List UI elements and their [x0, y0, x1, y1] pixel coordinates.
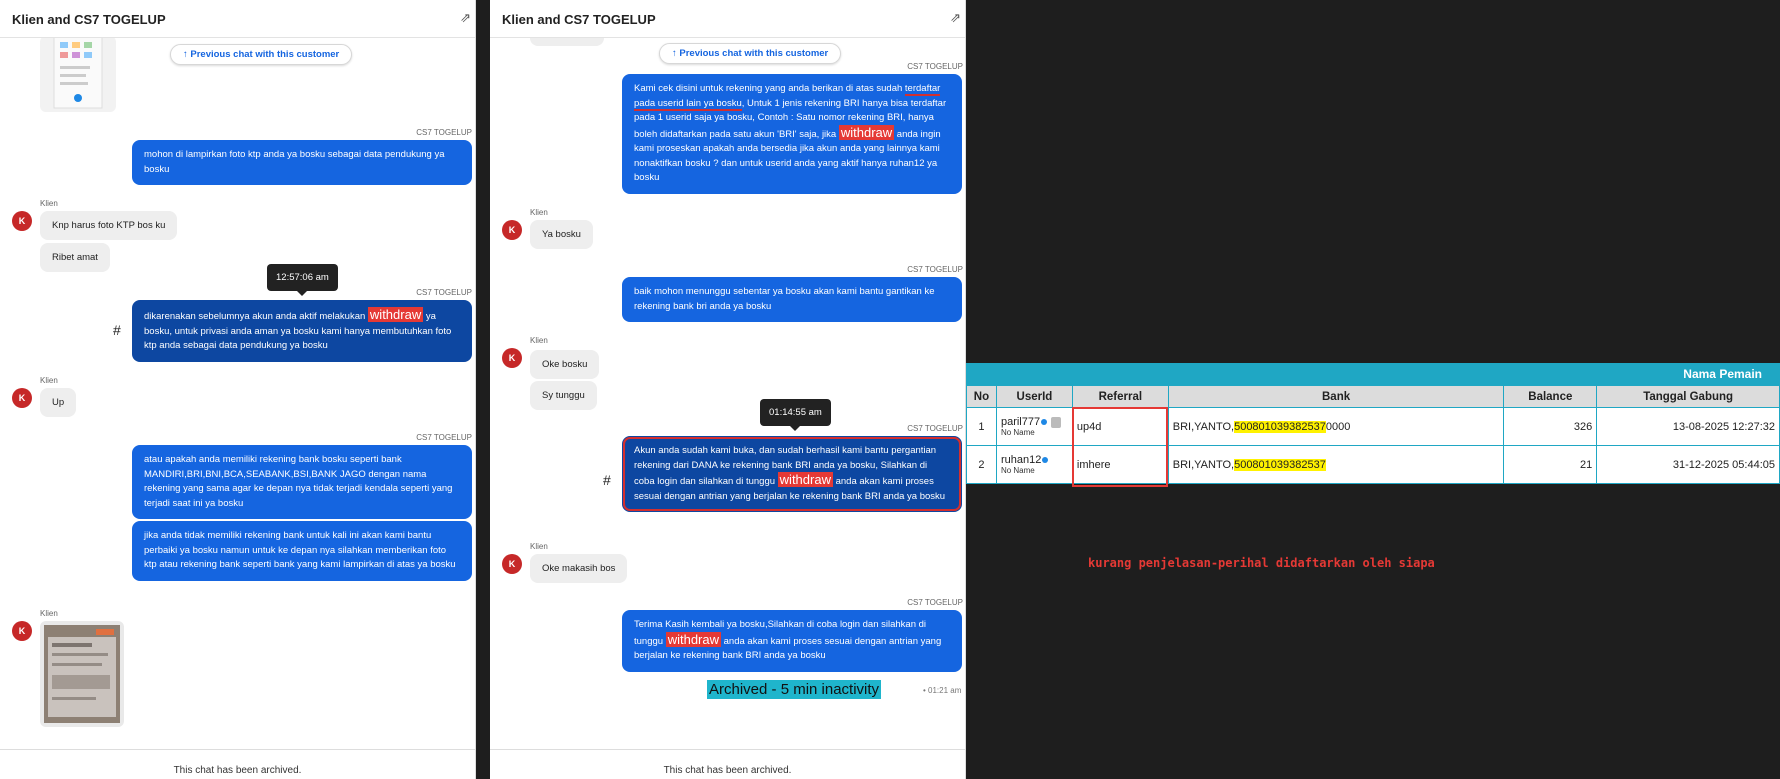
- balance-cell: 326: [1503, 407, 1598, 446]
- userid-cell: paril777 No Name: [995, 407, 1073, 446]
- bank-prefix: BRI,YANTO,: [1172, 420, 1235, 433]
- player-name: No Name: [1000, 428, 1035, 437]
- lock-icon: [1051, 416, 1062, 428]
- sender-label: CS7 TOGELUP: [416, 288, 472, 297]
- agent-message-hovered: Akun anda sudah kami buka, dan sudah ber…: [622, 436, 962, 512]
- customer-message: Knp harus foto KTP bos ku: [40, 211, 178, 240]
- message-text: Kami cek disini untuk rekening yang anda…: [634, 83, 903, 94]
- column-header: Balance: [1503, 385, 1598, 408]
- sender-label: CS7 TOGELUP: [907, 62, 963, 71]
- withdraw-highlight: withdraw: [838, 124, 895, 140]
- balance-cell: 21: [1503, 445, 1598, 484]
- table-title-band: Nama Pemain: [966, 363, 1780, 385]
- customer-message: Up: [40, 388, 77, 417]
- column-header: Referral: [1071, 385, 1169, 408]
- phone-screenshot-image: [53, 35, 103, 109]
- chat-title: Klien and CS7 TOGELUP: [502, 12, 656, 27]
- chat-header: Klien and CS7 TOGELUP ⇗: [0, 0, 475, 38]
- userid-cell: ruhan12 No Name: [995, 445, 1073, 484]
- join-date-cell: 31-12-2025 05:44:05: [1596, 445, 1780, 484]
- archived-status-tag: Archived - 5 min inactivity: [707, 680, 882, 699]
- column-header: Tanggal Gabung: [1596, 385, 1780, 408]
- player-name: No Name: [1000, 466, 1035, 475]
- agent-message: jika anda tidak memiliki rekening bank u…: [132, 521, 472, 581]
- chat-header: Klien and CS7 TOGELUP ⇗: [490, 0, 965, 38]
- row-number: 2: [966, 445, 997, 484]
- image-attachment-thumbnail[interactable]: [40, 621, 124, 727]
- column-header: UserId: [995, 385, 1073, 408]
- link-icon[interactable]: ⇗: [460, 10, 471, 26]
- sender-label: Klien: [530, 542, 548, 551]
- withdraw-highlight: withdraw: [777, 472, 833, 487]
- row-number: 1: [966, 407, 997, 446]
- previous-chat-button[interactable]: ↑ Previous chat with this customer: [170, 44, 353, 65]
- sender-label: Klien: [40, 199, 58, 208]
- agent-message: Terima Kasih kembali ya bosku,Silahkan d…: [622, 610, 962, 672]
- userid-link[interactable]: ruhan12: [1001, 454, 1041, 466]
- bank-cell: BRI,YANTO,500801039382537: [1167, 445, 1505, 484]
- chat-panel-left: Klien and CS7 TOGELUP ⇗ ↑ Previous chat …: [0, 0, 476, 779]
- withdraw-highlight: withdraw: [665, 631, 721, 647]
- hash-icon[interactable]: #: [113, 322, 121, 338]
- column-header: Bank: [1167, 385, 1505, 408]
- sender-label: Klien: [40, 609, 58, 618]
- chat-panel-middle: Klien and CS7 TOGELUP ⇗ ↑ Previous chat …: [490, 0, 966, 779]
- annotation-note: kurang penjelasan-perihal didaftarkan ol…: [1088, 556, 1435, 570]
- document-photo-image: [44, 625, 120, 723]
- timestamp-tooltip: 01:14:55 am: [760, 399, 831, 431]
- agent-message: mohon di lampirkan foto ktp anda ya bosk…: [132, 140, 472, 185]
- panel-divider: [476, 0, 490, 779]
- image-attachment-thumbnail[interactable]: [40, 35, 116, 112]
- avatar: K: [12, 388, 32, 408]
- sender-label: CS7 TOGELUP: [416, 128, 472, 137]
- link-icon[interactable]: ⇗: [950, 10, 961, 26]
- timestamp-tooltip: 12:57:06 am: [267, 264, 338, 296]
- agent-message-hovered: dikarenakan sebelumnya akun anda aktif m…: [132, 300, 472, 362]
- avatar: K: [502, 348, 522, 368]
- avatar: K: [12, 211, 32, 231]
- column-header: No: [966, 385, 997, 408]
- message-text: dikarenakan sebelumnya akun anda aktif m…: [144, 311, 366, 322]
- agent-message: atau apakah anda memiliki rekening bank …: [132, 445, 472, 519]
- account-number-highlight: 500801039382537: [1234, 458, 1326, 471]
- sender-label: Klien: [530, 336, 548, 345]
- customer-message: Ya bosku: [530, 220, 593, 249]
- bank-prefix: BRI,YANTO,: [1172, 458, 1235, 471]
- sender-label: CS7 TOGELUP: [907, 598, 963, 607]
- bank-cell: BRI,YANTO,5008010393825370000: [1167, 407, 1505, 446]
- info-icon[interactable]: [1041, 419, 1048, 426]
- table-header-row: No UserId Referral Bank Balance Tanggal …: [966, 385, 1780, 408]
- bank-suffix: 0000: [1325, 420, 1351, 433]
- info-icon[interactable]: [1042, 457, 1049, 464]
- customer-message: Oke bosku: [530, 350, 600, 379]
- join-date-cell: 13-08-2025 12:27:32: [1596, 407, 1780, 446]
- avatar: K: [12, 621, 32, 641]
- archived-footer: This chat has been archived.: [0, 749, 475, 779]
- account-number-highlight: 500801039382537: [1234, 420, 1326, 433]
- userid-link[interactable]: paril777: [1001, 416, 1040, 428]
- agent-message: Kami cek disini untuk rekening yang anda…: [622, 74, 962, 194]
- previous-chat-button[interactable]: ↑ Previous chat with this customer: [659, 43, 842, 64]
- chat-title: Klien and CS7 TOGELUP: [12, 12, 166, 27]
- customer-message: Ribet amat: [40, 243, 110, 272]
- hash-icon[interactable]: #: [603, 472, 611, 488]
- avatar: K: [502, 220, 522, 240]
- sender-label: CS7 TOGELUP: [907, 424, 963, 433]
- withdraw-highlight: withdraw: [367, 307, 424, 322]
- referral-annotation-box: [1072, 407, 1168, 487]
- table-title: Nama Pemain: [1683, 367, 1762, 381]
- sender-label: Klien: [40, 376, 58, 385]
- customer-message: Sy tunggu: [530, 381, 597, 410]
- archived-timestamp: • 01:21 am: [923, 686, 962, 695]
- avatar: K: [502, 554, 522, 574]
- archived-footer: This chat has been archived.: [490, 749, 965, 779]
- sender-label: Klien: [530, 208, 548, 217]
- sender-label: CS7 TOGELUP: [907, 265, 963, 274]
- sender-label: CS7 TOGELUP: [416, 433, 472, 442]
- customer-message: Oke makasih bos: [530, 554, 628, 583]
- agent-message: baik mohon menunggu sebentar ya bosku ak…: [622, 277, 962, 322]
